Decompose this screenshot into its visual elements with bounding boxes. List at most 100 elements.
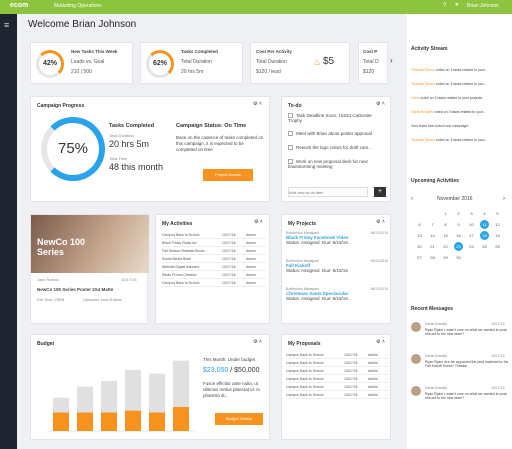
table-row[interactable]: Campus Back to School 10/17/16 Admin [286, 359, 388, 367]
kpi-detail: 20 hrs 5m [181, 69, 204, 75]
todo-item[interactable]: Rework the logo colors for draft cam... [288, 145, 386, 151]
calendar-day[interactable]: 5 [491, 208, 504, 219]
calendar-day[interactable]: 23 [452, 241, 465, 252]
budget-panel: Budget ⚙ ˄ This Month: Under budget $23,… [30, 334, 270, 440]
table-row[interactable]: Campus Back to School 10/17/16 Admin [286, 367, 388, 375]
kpi-tile[interactable]: 42% New Tasks This Week Leads vs. Goal 2… [30, 42, 133, 84]
user-name[interactable]: Brian Johnson [467, 3, 499, 9]
project-item[interactable]: Bobthridus Mahajrani 06/21/2015 Fall Kick… [286, 259, 388, 273]
table-row[interactable]: Campus Back to School 10/17/16 Admin [286, 375, 388, 383]
activities-panel: My Activities ⚙ ˄ Campus Back to School 1… [155, 214, 270, 324]
avatar[interactable]: ● [455, 2, 459, 8]
calendar-day[interactable]: 20 [413, 241, 426, 252]
checkbox[interactable] [288, 131, 293, 137]
calendar-day[interactable]: 2 [452, 208, 465, 219]
panel-title: Recent Messages [411, 306, 453, 312]
kpi-tile[interactable]: Cost P Total D $120 [358, 42, 388, 84]
calendar-day[interactable]: 4 [478, 208, 491, 219]
table-row[interactable]: Social Media Blast 10/17/16 Admin [162, 255, 266, 263]
featured-title: NewCo 100 Series Poster 2X4 Matte [37, 287, 114, 292]
calendar-day[interactable]: 6 [413, 219, 426, 230]
calendar-day[interactable]: 24 [465, 241, 478, 252]
new-todo-input[interactable] [288, 187, 368, 197]
project-item[interactable]: Bobthridus Mahajrani 06/21/2015 Christmas… [286, 287, 388, 301]
project-item[interactable]: Bobthridus Mahajrani 06/21/2015 Black Fri… [286, 231, 388, 245]
table-row[interactable]: Campus Back to School 10/17/16 Admin [162, 279, 266, 287]
gear-icon[interactable]: ⚙ ˄ [376, 219, 385, 225]
calendar-day[interactable]: 22 [439, 241, 452, 252]
prev-month-icon[interactable]: ‹ [411, 196, 413, 202]
project-details-button[interactable]: Project Details [203, 169, 253, 181]
calendar-day[interactable]: 29 [439, 252, 452, 263]
gear-icon[interactable]: ⚙ ˄ [253, 339, 262, 345]
bar-budget [101, 381, 117, 413]
calendar-day[interactable]: 27 [413, 252, 426, 263]
panel-title: Budget [37, 341, 55, 347]
brand-logo[interactable]: ecom [10, 2, 28, 9]
table-row[interactable]: Black Friday Radio Ad 10/17/16 Admin [162, 239, 266, 247]
table-row[interactable]: Campus Back to School 10/17/16 Admin [162, 231, 266, 239]
gear-icon[interactable]: ⚙ ˄ [376, 339, 385, 345]
next-arrow-icon[interactable]: › [390, 56, 393, 65]
table-row[interactable]: Campus Back to School 10/17/16 Admin [286, 351, 388, 359]
kpi-tile[interactable]: Cost Per Activity Total Duration $120 / … [250, 42, 350, 84]
projects-panel: My Projects ⚙ ˄ Bobthridus Mahajrani 06/2… [281, 214, 391, 324]
calendar-day[interactable]: 11 [478, 219, 491, 230]
panel-title: Upcoming Activities [411, 178, 459, 184]
status-title: Campaign Status: On Time [176, 123, 247, 129]
next-month-icon[interactable]: › [503, 196, 505, 202]
panel-title: My Activities [162, 221, 193, 227]
stream-item[interactable]: Chris voted on 3 tasks related to your p… [411, 96, 509, 100]
table-row[interactable]: Radio Promo Creation 10/17/16 Admin [162, 271, 266, 279]
stream-item[interactable]: Thomas Hound voted on 3 tasks related to… [411, 68, 509, 72]
kpi-tile[interactable]: 62% Tasks Completed Total Duration 20 hr… [140, 42, 243, 84]
menu-icon[interactable]: ≡ [4, 20, 9, 30]
calendar-day[interactable]: 18 [478, 230, 491, 241]
stream-item[interactable]: Your team has closed one campaign! [411, 124, 509, 128]
calendar-day[interactable]: 25 [478, 241, 491, 252]
calendar-day[interactable]: 26 [491, 241, 504, 252]
stream-item[interactable]: Sarah Bradley voted on 3 tasks related t… [411, 110, 509, 114]
calendar-day[interactable]: 8 [439, 219, 452, 230]
calendar-day[interactable]: 15 [439, 230, 452, 241]
gear-icon[interactable]: ⚙ ˄ [253, 101, 262, 107]
calendar-day[interactable]: 14 [426, 230, 439, 241]
panel-title: My Projects [288, 221, 317, 227]
caption: Jack Robins [37, 277, 59, 282]
table-row[interactable]: Campus Back to School 10/17/16 Admin [286, 391, 388, 399]
calendar-day[interactable]: 17 [465, 230, 478, 241]
help-icon[interactable]: ? [443, 3, 446, 9]
calendar-day[interactable]: 16 [452, 230, 465, 241]
bar-budget [53, 397, 69, 413]
todo-item[interactable]: Meet with Brian about poster approval [288, 131, 386, 137]
todo-item[interactable]: Work on new proposal deck for next brain… [288, 159, 386, 169]
stream-item[interactable]: Thomas Hound voted on 3 tasks related to… [411, 138, 509, 142]
budget-details-button[interactable]: Budget Details [215, 413, 263, 425]
add-todo-button[interactable]: + [374, 187, 386, 197]
bar-spent [125, 410, 141, 431]
gear-icon[interactable]: ⚙ ˄ [254, 219, 263, 225]
time-value: 48 this month [109, 162, 164, 172]
gear-icon[interactable]: ⚙ ˄ [376, 101, 385, 107]
calendar-day[interactable]: 19 [491, 230, 504, 241]
todo-item[interactable]: Task Deadline Soon: 15234 Carbonite Trop… [288, 113, 386, 123]
table-row[interactable]: Fall Season Release Broch... 10/17/16 Admi… [162, 247, 266, 255]
table-row[interactable]: Campus Back to School 10/17/16 Admin [286, 383, 388, 391]
calendar-day[interactable]: 7 [426, 219, 439, 230]
calendar-day[interactable]: 28 [426, 252, 439, 263]
calendar-day[interactable]: 21 [426, 241, 439, 252]
calendar-day[interactable]: 1 [439, 208, 452, 219]
kpi-extra: $5 [323, 56, 335, 67]
featured-card[interactable]: NewCo 100 Series Jack Robins 10/17/16 Ne… [30, 214, 149, 324]
calendar-day[interactable]: 12 [491, 219, 504, 230]
calendar-day[interactable]: 13 [413, 230, 426, 241]
stream-item[interactable]: Thomas Hound voted on 3 tasks related to… [411, 82, 509, 86]
calendar-day[interactable]: 9 [452, 219, 465, 230]
checkbox[interactable] [288, 145, 293, 151]
campaign-ring: 75% [41, 117, 105, 181]
table-row[interactable]: Website Digital Banners 10/17/16 Admin [162, 263, 266, 271]
calendar-day[interactable]: 30 [452, 252, 465, 263]
calendar-day[interactable]: 10 [465, 219, 478, 230]
calendar-day[interactable]: 3 [465, 208, 478, 219]
avatar [411, 354, 421, 364]
